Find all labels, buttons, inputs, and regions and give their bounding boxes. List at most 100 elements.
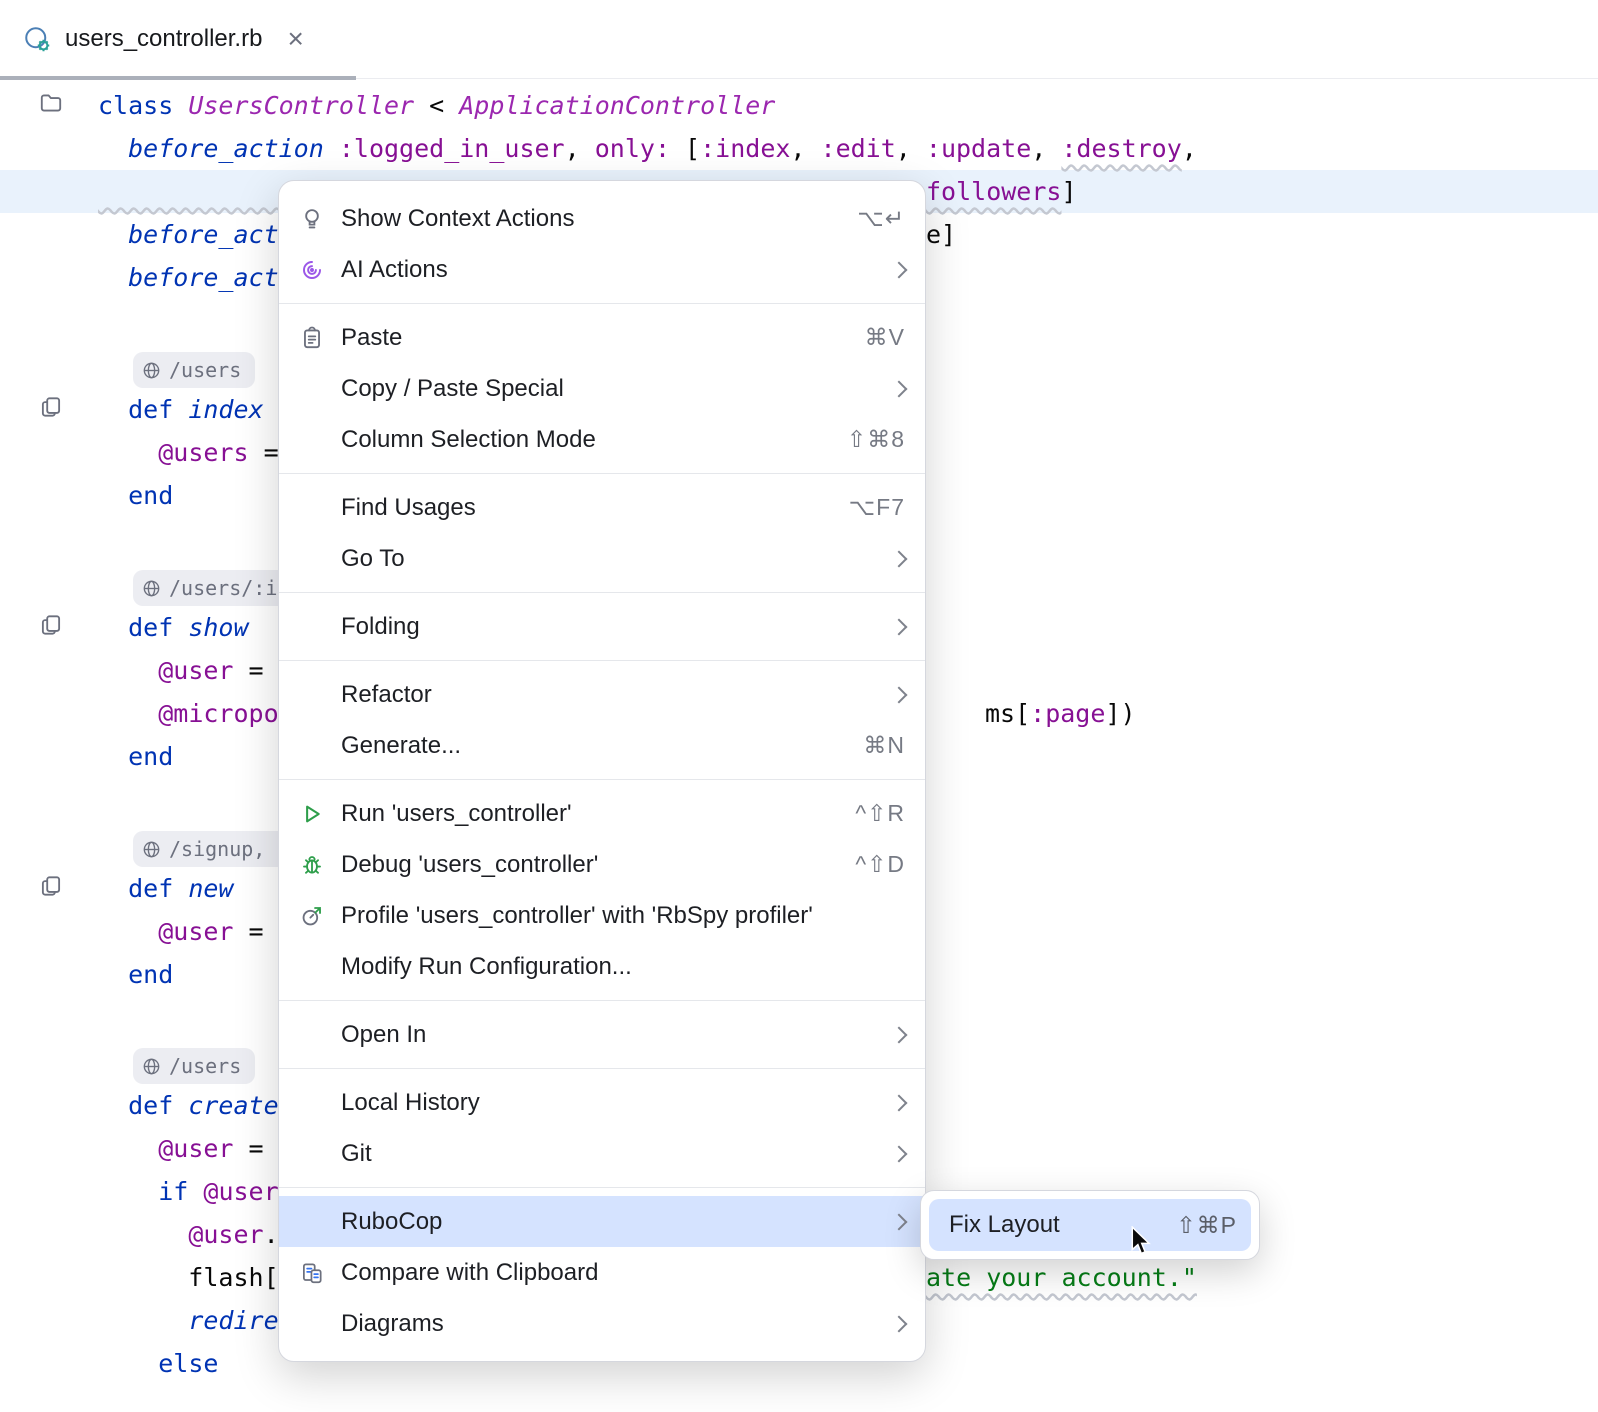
menu-item-label: Show Context Actions [341, 205, 843, 233]
code-token: , [1182, 134, 1197, 163]
code-line[interactable]: end [98, 953, 173, 996]
endpoint-badge-label: /users/:id [169, 570, 289, 606]
menu-item-modify-run-configuration[interactable]: Modify Run Configuration... [279, 941, 925, 992]
endpoint-badge[interactable]: /users [133, 352, 255, 388]
menu-item-refactor[interactable]: Refactor [279, 669, 925, 720]
ai-icon [299, 257, 341, 283]
menu-separator [279, 779, 925, 780]
menu-item-compare-with-clipboard[interactable]: Compare with Clipboard [279, 1247, 925, 1298]
menu-item-diagrams[interactable]: Diagrams [279, 1298, 925, 1349]
code-line[interactable]: else [98, 1342, 218, 1385]
endpoint-badge-label: /users [169, 352, 241, 388]
menu-item-go-to[interactable]: Go To [279, 533, 925, 584]
menu-item-label: Generate... [341, 732, 849, 760]
code-token [98, 177, 279, 206]
menu-separator [279, 1068, 925, 1069]
code-token [98, 1220, 188, 1249]
code-token: , [1031, 134, 1061, 163]
menu-item-shortcut: ⌘N [863, 732, 905, 759]
code-line[interactable]: @user. [98, 1213, 279, 1256]
chevron-right-icon [891, 1026, 908, 1043]
menu-item-label: Paste [341, 324, 851, 352]
code-line[interactable]: end [98, 735, 173, 778]
code-line[interactable]: before_act [98, 213, 279, 256]
code-line[interactable] [98, 170, 279, 213]
menu-item-local-history[interactable]: Local History [279, 1077, 925, 1128]
code-token [98, 742, 128, 771]
code-token: , [565, 134, 595, 163]
menu-item-find-usages[interactable]: Find Usages⌥F7 [279, 482, 925, 533]
code-token: :update [926, 134, 1031, 163]
code-line[interactable]: flash[ [98, 1256, 279, 1299]
code-token: = [233, 656, 263, 685]
menu-item-folding[interactable]: Folding [279, 601, 925, 652]
code-token: class [98, 91, 188, 120]
code-token [98, 1349, 158, 1378]
menu-item-shortcut: ⌥F7 [849, 494, 905, 521]
code-line[interactable]: def show [98, 606, 249, 649]
menu-item-label: Refactor [341, 681, 879, 709]
ruby-controller-icon [22, 24, 52, 54]
menu-item-rubocop[interactable]: RuboCop [279, 1196, 925, 1247]
endpoint-badge[interactable]: /users [133, 1048, 255, 1084]
code-token: @users [158, 438, 248, 467]
menu-item-run-users-controller[interactable]: Run 'users_controller'^⇧R [279, 788, 925, 839]
code-line[interactable]: before_act [98, 256, 279, 299]
code-token: if [158, 1177, 188, 1206]
copy-icon[interactable] [38, 394, 64, 420]
code-line[interactable]: e] [926, 213, 956, 256]
code-line[interactable]: @micropo [98, 692, 279, 735]
code-line[interactable]: @user = [98, 1127, 264, 1170]
code-line[interactable]: ms[:page]) [985, 692, 1136, 735]
code-token: < [414, 91, 459, 120]
menu-item-open-in[interactable]: Open In [279, 1009, 925, 1060]
menu-item-label: Modify Run Configuration... [341, 953, 905, 981]
code-line[interactable]: ate your account." [926, 1256, 1197, 1299]
code-line[interactable]: end [98, 474, 173, 517]
folder-icon[interactable] [38, 90, 64, 116]
menu-item-git[interactable]: Git [279, 1128, 925, 1179]
copy-icon[interactable] [38, 873, 64, 899]
code-token: ] [1061, 177, 1076, 206]
code-line[interactable]: @user = [98, 910, 264, 953]
code-token: redire [188, 1306, 278, 1335]
run-icon [299, 801, 341, 827]
code-line[interactable]: before_action :logged_in_user, only: [:i… [98, 127, 1197, 170]
menu-item-debug-users-controller[interactable]: Debug 'users_controller'^⇧D [279, 839, 925, 890]
menu-item-column-selection-mode[interactable]: Column Selection Mode⇧⌘8 [279, 414, 925, 465]
tab-users-controller[interactable]: users_controller.rb × [22, 12, 304, 66]
code-token [98, 438, 158, 467]
editor-tab-bar: users_controller.rb × [0, 0, 1598, 79]
menu-item-show-context-actions[interactable]: Show Context Actions⌥↵ [279, 193, 925, 244]
code-line[interactable]: @users = [98, 431, 279, 474]
code-token: e] [926, 220, 956, 249]
menu-item-profile-users-controller-with-rbspy-profiler[interactable]: Profile 'users_controller' with 'RbSpy p… [279, 890, 925, 941]
active-tab-indicator [0, 76, 356, 80]
code-token [98, 1134, 158, 1163]
code-line[interactable]: @user = [98, 649, 264, 692]
menu-item-copy-paste-special[interactable]: Copy / Paste Special [279, 363, 925, 414]
tab-close-icon[interactable]: × [287, 25, 303, 53]
code-line[interactable]: if @user [98, 1170, 279, 1213]
chevron-right-icon [891, 550, 908, 567]
code-token: :index [700, 134, 790, 163]
code-token: @user [158, 917, 233, 946]
code-token: @user [188, 1220, 263, 1249]
menu-item-generate[interactable]: Generate... ⌘N [279, 720, 925, 771]
code-token: before_act [128, 263, 279, 292]
code-line[interactable]: def index [98, 388, 264, 431]
code-line[interactable]: redire [98, 1299, 279, 1342]
code-line[interactable]: def new [98, 867, 233, 910]
submenu-item-fix-layout[interactable]: Fix Layout⇧⌘P [929, 1199, 1251, 1251]
code-token: index [188, 395, 263, 424]
code-token [98, 1091, 128, 1120]
menu-item-ai-actions[interactable]: AI Actions [279, 244, 925, 295]
code-token: = [249, 438, 279, 467]
code-line[interactable]: followers] [926, 170, 1077, 213]
code-token: :page [1030, 699, 1105, 728]
code-token: @micropo [158, 699, 278, 728]
copy-icon[interactable] [38, 612, 64, 638]
code-line[interactable]: def create [98, 1084, 279, 1127]
code-line[interactable]: class UsersController < ApplicationContr… [98, 84, 775, 127]
menu-item-paste[interactable]: Paste⌘V [279, 312, 925, 363]
